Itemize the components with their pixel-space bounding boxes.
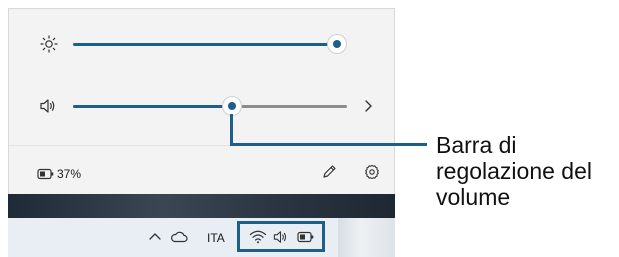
callout-connector-vertical <box>230 114 233 146</box>
battery-icon[interactable] <box>37 168 55 180</box>
edit-pencil-icon[interactable] <box>321 164 337 180</box>
wifi-icon[interactable] <box>249 229 267 244</box>
taskbar: ITA <box>8 218 395 257</box>
battery-icon[interactable] <box>297 231 315 243</box>
volume-slider-fill <box>73 105 233 108</box>
brightness-slider-thumb[interactable] <box>328 35 346 53</box>
callout-line-1: Barra di <box>436 132 517 158</box>
taskbar-clock-area <box>338 218 395 257</box>
battery-percent: 37% <box>57 167 82 181</box>
chevron-right-icon[interactable] <box>363 99 373 113</box>
brightness-slider-track[interactable] <box>73 43 338 46</box>
callout-connector-horizontal <box>230 143 427 146</box>
chevron-up-icon[interactable] <box>148 231 162 241</box>
brightness-icon <box>40 35 58 53</box>
quick-settings-panel: 37% <box>8 8 395 194</box>
callout-line-2: regolazione del <box>436 158 593 184</box>
onedrive-cloud-icon[interactable] <box>170 230 188 244</box>
speaker-icon <box>39 98 57 114</box>
callout-label: Barra di regolazione del volume <box>436 132 618 210</box>
settings-gear-icon[interactable] <box>364 164 380 180</box>
callout-line-3: volume <box>436 184 511 210</box>
language-indicator[interactable]: ITA <box>207 231 225 245</box>
speaker-icon[interactable] <box>272 230 289 244</box>
volume-slider-thumb[interactable] <box>223 97 241 115</box>
desktop-wallpaper <box>8 194 395 218</box>
